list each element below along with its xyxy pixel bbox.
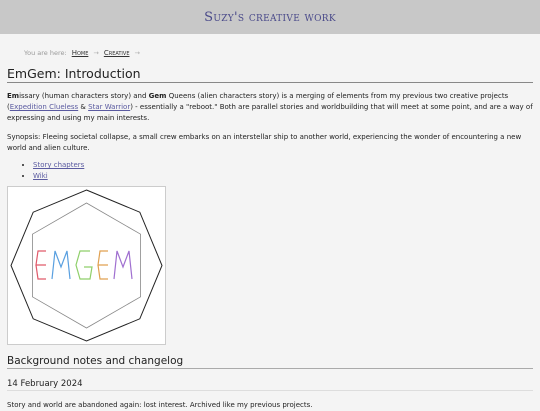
logo-inner-hexagon bbox=[31, 202, 142, 329]
breadcrumb-home-link[interactable]: Home bbox=[72, 49, 89, 57]
intro-text-1: issary (human characters story) and bbox=[19, 92, 149, 100]
breadcrumb: You are here: Home → Creative → bbox=[7, 49, 533, 57]
logo-letter-m1 bbox=[51, 250, 71, 280]
changelog-date-heading: 14 February 2024 bbox=[7, 379, 533, 391]
list-item: Wiki bbox=[33, 171, 533, 182]
emgem-logo-graphic bbox=[10, 189, 163, 342]
logo-letter-m2 bbox=[113, 250, 133, 280]
synopsis-paragraph: Synopsis: Fleeing societal collapse, a s… bbox=[7, 133, 522, 152]
logo-letter-g bbox=[75, 250, 93, 280]
list-item: Story chapters bbox=[33, 160, 533, 171]
intro-amp: & bbox=[78, 103, 89, 111]
intro-paragraph: Emissary (human characters story) and Ge… bbox=[7, 91, 533, 124]
story-chapters-link[interactable]: Story chapters bbox=[33, 161, 84, 169]
star-warrior-link[interactable]: Star Warrior bbox=[88, 103, 130, 111]
links-list: Story chapters Wiki bbox=[7, 160, 533, 182]
site-header: Suzy's creative work bbox=[0, 0, 540, 34]
section-heading-background: Background notes and changelog bbox=[7, 355, 533, 369]
changelog-entry: Story and world are abandoned again: los… bbox=[7, 401, 313, 409]
logo-letter-e1 bbox=[35, 250, 46, 280]
em-bold: Em bbox=[7, 92, 20, 100]
main-content: You are here: Home → Creative → EmGem: I… bbox=[0, 49, 540, 411]
expedition-clueless-link[interactable]: Expedition Clueless bbox=[10, 103, 78, 111]
gem-bold: Gem bbox=[148, 92, 167, 100]
site-title[interactable]: Suzy's creative work bbox=[204, 10, 336, 25]
page-title: EmGem: Introduction bbox=[7, 66, 533, 83]
wiki-link[interactable]: Wiki bbox=[33, 172, 48, 180]
breadcrumb-creative-link[interactable]: Creative bbox=[104, 49, 130, 57]
emgem-logo bbox=[7, 186, 166, 345]
breadcrumb-separator: → bbox=[134, 49, 140, 57]
logo-outer-octagon bbox=[10, 189, 163, 342]
breadcrumb-separator: → bbox=[93, 49, 99, 57]
logo-letter-e2 bbox=[97, 250, 108, 280]
breadcrumb-prefix: You are here: bbox=[24, 49, 67, 57]
